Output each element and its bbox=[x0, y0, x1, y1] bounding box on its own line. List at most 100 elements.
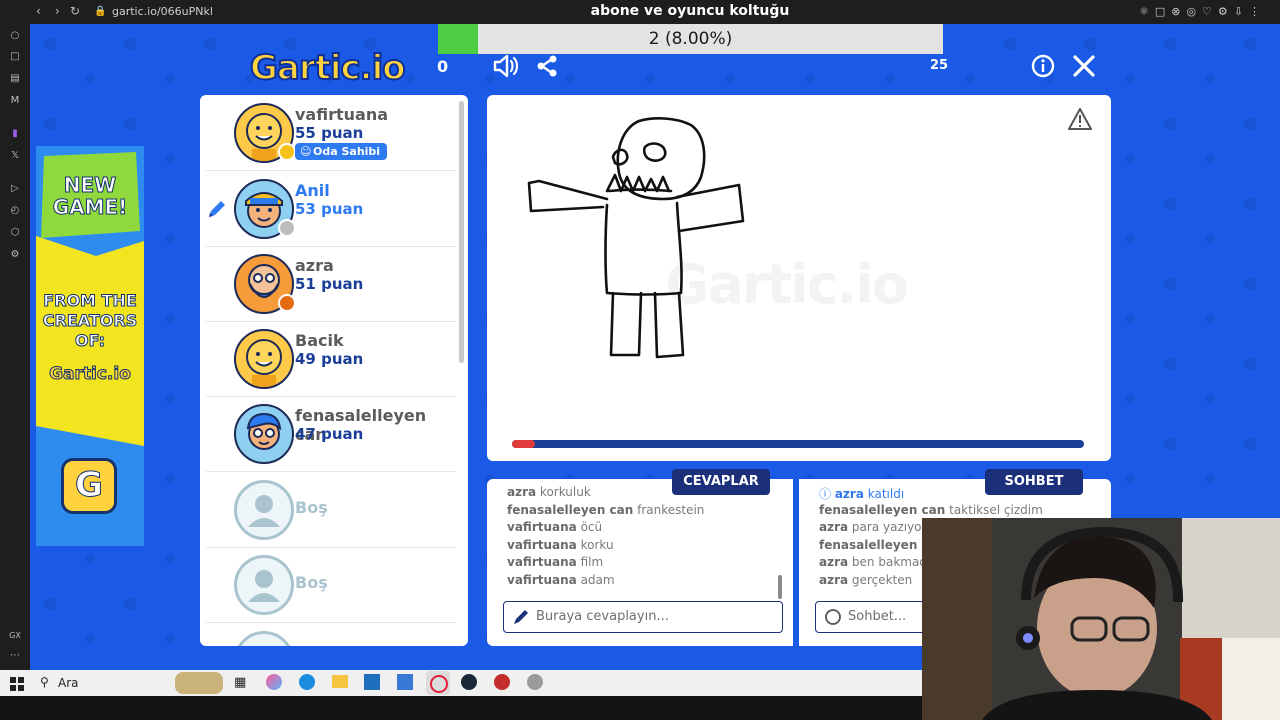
sidebar-icon[interactable]: M bbox=[9, 95, 21, 107]
player-row[interactable]: vafirtuana 55 puan ☺ Oda Sahibi bbox=[206, 95, 456, 171]
chat-message: vafirtuana film bbox=[507, 555, 603, 569]
player-row-empty[interactable]: Boş bbox=[206, 547, 456, 623]
ad-headline: NEW GAME! bbox=[52, 173, 128, 219]
gartic-logo: Gartic.io bbox=[249, 47, 407, 89]
player-name: Bacik bbox=[295, 331, 344, 350]
message-user: azra bbox=[834, 487, 864, 501]
answers-scrollbar[interactable] bbox=[778, 575, 782, 599]
message-text: katıldı bbox=[863, 487, 905, 501]
player-row-empty[interactable]: Boş bbox=[206, 472, 456, 548]
task-view-icon[interactable]: ▦ bbox=[234, 675, 246, 690]
app-icon[interactable] bbox=[527, 674, 543, 690]
close-icon[interactable] bbox=[1072, 54, 1096, 82]
sound-icon[interactable] bbox=[492, 53, 520, 83]
player-name: Anil bbox=[295, 181, 330, 200]
app-icon[interactable] bbox=[397, 674, 413, 690]
empty-avatar bbox=[234, 480, 294, 540]
message-text: korkuluk bbox=[536, 485, 591, 499]
round-counter: 25 bbox=[930, 58, 949, 73]
window-title: abone ve oyuncu koltuğu bbox=[590, 3, 790, 19]
chat-message: azra ben bakmadı bbox=[819, 555, 930, 569]
windows-start-icon[interactable] bbox=[10, 676, 24, 695]
clock-icon[interactable]: ◴ bbox=[9, 205, 21, 217]
gx-icon[interactable]: GX bbox=[9, 630, 21, 642]
player-row[interactable]: fenasalelleyen can 47 puan bbox=[206, 396, 456, 472]
player-row[interactable]: Bacik 49 puan bbox=[206, 321, 456, 397]
sidebar-icon[interactable]: □ bbox=[9, 51, 21, 63]
opera-icon bbox=[430, 675, 448, 693]
chat-placeholder: Sohbet... bbox=[848, 609, 907, 624]
chat-bubble-icon bbox=[824, 608, 842, 630]
message-user: vafirtuana bbox=[507, 555, 577, 569]
edge-icon[interactable] bbox=[299, 674, 315, 690]
player-points: 55 puan bbox=[295, 124, 364, 142]
room-owner-badge: ☺ Oda Sahibi bbox=[295, 143, 388, 160]
drawing bbox=[527, 117, 745, 359]
opera-tab[interactable] bbox=[426, 671, 450, 695]
message-user: vafirtuana bbox=[507, 572, 577, 587]
taskbar-widget[interactable] bbox=[175, 672, 223, 694]
avatar bbox=[234, 404, 294, 464]
message-user: azra bbox=[819, 555, 849, 569]
player-row-empty[interactable] bbox=[206, 623, 456, 646]
extension-icons[interactable]: ⚛□⊗◎♡⚙⇩⋮ bbox=[1139, 5, 1266, 18]
gear-icon[interactable]: ⚙ bbox=[9, 249, 21, 261]
player-icon[interactable]: ▷ bbox=[9, 183, 21, 195]
chat-message: vafirtuana korku bbox=[507, 538, 614, 552]
chat-message: fenasalelleyen can taktiksel çizdim bbox=[819, 503, 1043, 517]
smile-icon: ☺ bbox=[300, 145, 312, 158]
chat-message: vafirtuana öcü bbox=[507, 520, 602, 534]
player-row[interactable]: azra 51 puan bbox=[206, 246, 456, 322]
info-icon[interactable] bbox=[1031, 54, 1055, 82]
drawing-canvas[interactable]: Gartic.io bbox=[487, 95, 1111, 461]
advertisement-banner[interactable]: NEW GAME! FROM THE CREATORS OF: Gartic.i… bbox=[36, 146, 144, 546]
badge-label: Oda Sahibi bbox=[313, 145, 381, 158]
status-dot bbox=[278, 219, 296, 237]
message-text: korku bbox=[576, 537, 614, 552]
player-points: 53 puan bbox=[295, 200, 364, 218]
taskbar-search-label[interactable]: Ara bbox=[58, 676, 79, 690]
warning-icon[interactable] bbox=[1067, 107, 1093, 135]
message-text: para yazıyo b bbox=[848, 520, 933, 534]
empty-avatar bbox=[234, 555, 294, 615]
message-user: azra bbox=[507, 485, 537, 499]
round-progress-bar: 2 (8.00%) bbox=[438, 24, 943, 54]
player-name: Boş bbox=[295, 498, 328, 517]
chat-message: azra gerçekten bbox=[819, 573, 912, 587]
pencil-icon bbox=[206, 198, 228, 224]
webcam-overlay bbox=[922, 518, 1280, 720]
x-icon[interactable]: 𝕏 bbox=[9, 150, 21, 162]
sidebar-icon[interactable]: ▤ bbox=[9, 73, 21, 85]
steam-icon[interactable] bbox=[461, 674, 477, 690]
twitch-icon[interactable]: ▮ bbox=[9, 128, 21, 140]
timer-fill bbox=[512, 440, 535, 448]
copilot-icon[interactable] bbox=[266, 674, 282, 690]
tab-chat[interactable]: SOHBET bbox=[985, 469, 1083, 495]
message-user: vafirtuana bbox=[507, 537, 577, 552]
folder-icon[interactable] bbox=[332, 675, 348, 688]
streamer-webcam bbox=[922, 518, 1280, 720]
player-name: vafirtuana bbox=[295, 105, 388, 124]
share-icon[interactable] bbox=[535, 54, 559, 82]
store-icon[interactable] bbox=[364, 674, 380, 690]
player-points: 49 puan bbox=[295, 350, 364, 368]
tab-answers[interactable]: CEVAPLAR bbox=[672, 469, 770, 495]
ad-logo: Gartic.io bbox=[49, 364, 132, 385]
chat-message: fenasalelleyen can frankestein bbox=[507, 503, 704, 517]
chat-message: azra para yazıyo b bbox=[819, 520, 933, 534]
info-icon: ⓘ bbox=[819, 487, 835, 501]
chat-message: ⓘ azra katıldı bbox=[819, 485, 904, 502]
message-user: azra bbox=[819, 520, 849, 534]
sidebar-icon[interactable]: ○ bbox=[9, 30, 21, 42]
app-icon[interactable] bbox=[494, 674, 510, 690]
message-text: frankestein bbox=[633, 502, 705, 517]
answer-placeholder: Buraya cevaplayın... bbox=[536, 609, 669, 624]
more-icon[interactable]: ⋯ bbox=[9, 650, 21, 662]
cube-icon[interactable]: ⬡ bbox=[9, 227, 21, 239]
players-scrollbar[interactable] bbox=[459, 101, 464, 363]
player-points: 51 puan bbox=[295, 275, 364, 293]
avatar bbox=[234, 329, 294, 389]
answer-input[interactable]: Buraya cevaplayın... bbox=[503, 601, 783, 633]
player-row[interactable]: Anil 53 puan bbox=[206, 171, 456, 247]
search-icon[interactable]: ⚲ bbox=[40, 675, 49, 689]
